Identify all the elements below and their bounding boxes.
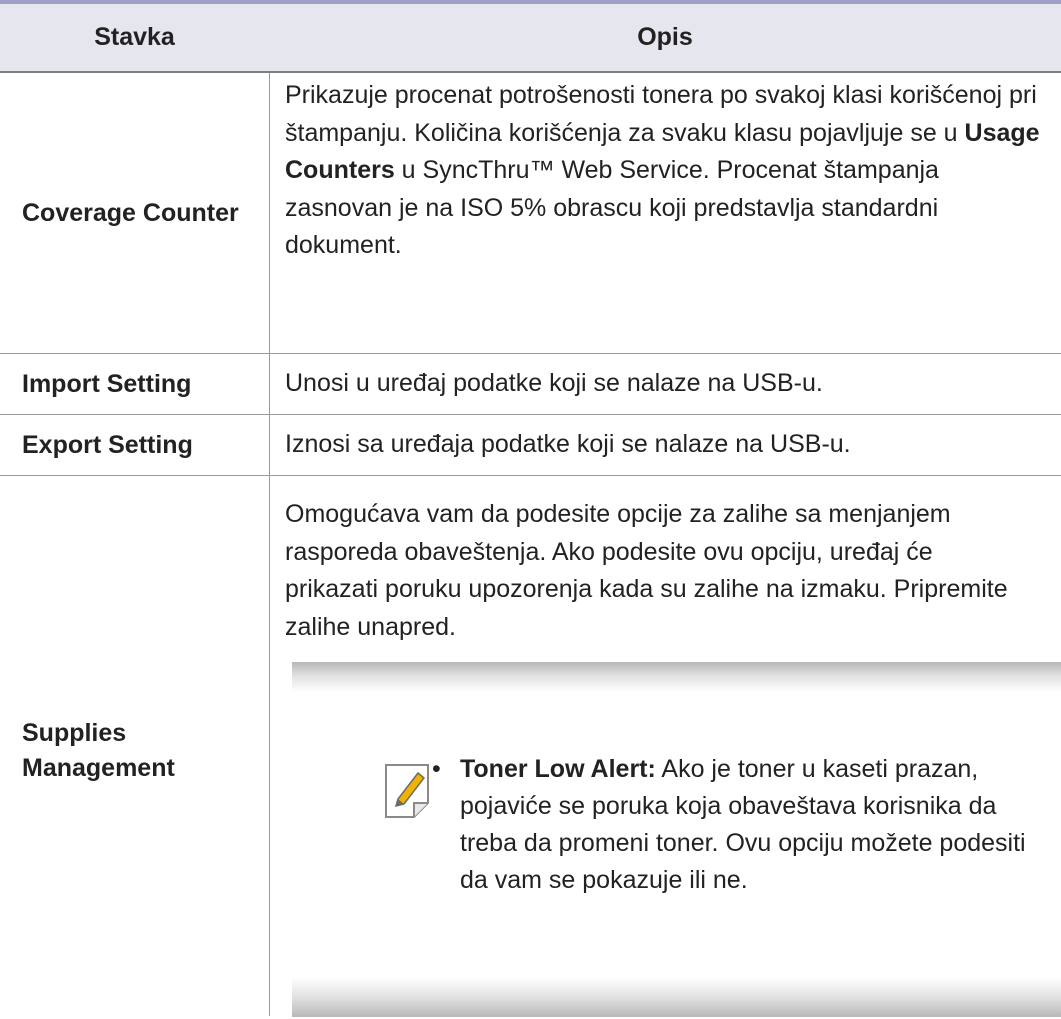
row-item-export-setting: Export Setting <box>22 430 193 459</box>
table-row: Coverage Counter Prikazuje procenat potr… <box>0 73 1061 353</box>
header-description: Opis <box>637 23 693 51</box>
note-text: Toner Low Alert: Ako je toner u kaseti p… <box>460 755 1026 894</box>
row-desc-coverage-counter: Prikazuje procenat potrošenosti tonera p… <box>285 81 1040 259</box>
table-row: Import Setting Unosi u uređaj podatke ko… <box>0 354 1061 414</box>
row-item-coverage-counter: Coverage Counter <box>22 198 239 227</box>
bullet: • <box>432 755 441 783</box>
table-header: Stavka Opis <box>0 4 1061 73</box>
row-desc-import-setting: Unosi u uređaj podatke koji se nalaze na… <box>285 369 823 397</box>
note-label: Toner Low Alert: <box>460 755 656 783</box>
row-desc-export-setting: Iznosi sa uređaja podatke koji se nalaze… <box>285 430 851 458</box>
header-item: Stavka <box>94 23 175 51</box>
note-pencil-icon <box>385 764 429 818</box>
row-item-supplies-management: Supplies Management <box>22 719 175 782</box>
table-row: Export Setting Iznosi sa uređaja podatke… <box>0 415 1061 475</box>
note-box: • Toner Low Alert: Ako je toner u kaseti… <box>292 662 1061 1017</box>
row-desc-supplies-management: Omogućava vam da podesite opcije za zali… <box>285 500 1008 641</box>
row-item-import-setting: Import Setting <box>22 369 192 398</box>
